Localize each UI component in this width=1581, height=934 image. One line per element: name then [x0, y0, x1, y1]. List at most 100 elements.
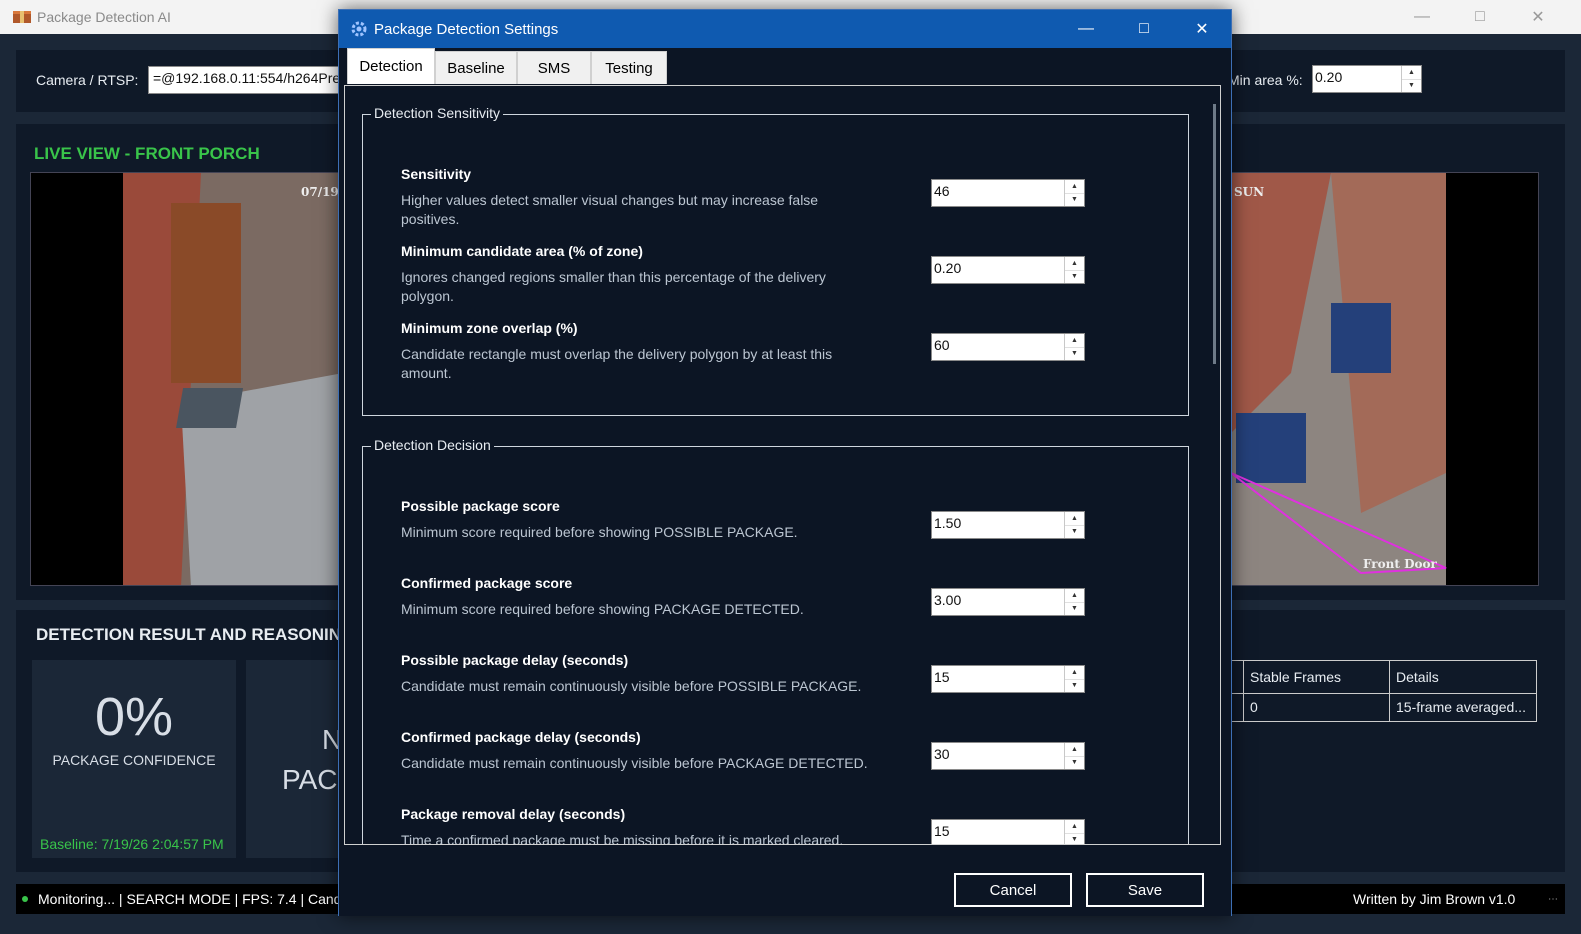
- tab-strip: Detection Baseline SMS Testing: [339, 48, 1231, 84]
- dialog-minimize-button[interactable]: —: [1057, 10, 1115, 48]
- stepper-value: 60: [934, 337, 950, 353]
- timestamp-overlay: 07/19: [301, 185, 339, 199]
- camera-label: Camera / RTSP:: [36, 72, 139, 88]
- min-area-value: 0.20: [1315, 69, 1343, 85]
- minimize-button[interactable]: —: [1393, 0, 1451, 34]
- confirmed-delay-stepper[interactable]: 30 ▲ ▼: [931, 742, 1085, 770]
- min-area-stepper[interactable]: 0.20 ▲ ▼: [1312, 65, 1422, 93]
- spin-down-icon[interactable]: ▼: [1065, 757, 1084, 770]
- stepper-value: 15: [934, 823, 950, 839]
- spin-up-icon[interactable]: ▲: [1065, 180, 1084, 194]
- possible-score-stepper[interactable]: 1.50 ▲ ▼: [931, 511, 1085, 539]
- setting-desc: Candidate must remain continuously visib…: [401, 755, 868, 771]
- setting-name: Confirmed package delay (seconds): [401, 729, 641, 745]
- table-cell[interactable]: 15-frame averaged...: [1390, 694, 1536, 721]
- stepper-value: 30: [934, 746, 950, 762]
- save-button[interactable]: Save: [1086, 873, 1204, 907]
- setting-desc: Minimum score required before showing PO…: [401, 524, 798, 540]
- spin-down-icon[interactable]: ▼: [1065, 834, 1084, 845]
- settings-dialog: Package Detection Settings — □ ✕ Detecti…: [338, 9, 1232, 916]
- minimize-icon: —: [1414, 8, 1430, 25]
- setting-desc: Higher values detect smaller visual chan…: [401, 192, 819, 227]
- cancel-button[interactable]: Cancel: [954, 873, 1072, 907]
- confidence-card: 0% PACKAGE CONFIDENCE Baseline: 7/19/26 …: [32, 660, 236, 858]
- spin-down-icon[interactable]: ▼: [1402, 80, 1421, 93]
- dialog-maximize-button[interactable]: □: [1115, 10, 1173, 48]
- sensitivity-group: Detection Sensitivity Sensitivity Higher…: [362, 105, 1189, 416]
- stepper-value: 46: [934, 183, 950, 199]
- spin-up-icon[interactable]: ▲: [1065, 743, 1084, 757]
- setting-desc: Candidate must remain continuously visib…: [401, 678, 862, 694]
- table-header[interactable]: Stable Frames: [1244, 661, 1390, 693]
- confirmed-score-stepper[interactable]: 3.00 ▲ ▼: [931, 588, 1085, 616]
- dialog-title: Package Detection Settings: [374, 21, 559, 38]
- spin-down-icon[interactable]: ▼: [1065, 603, 1084, 616]
- front-door-label: Front Door: [1363, 557, 1437, 571]
- spin-up-icon[interactable]: ▲: [1402, 66, 1421, 80]
- scrollbar-thumb[interactable]: [1213, 104, 1216, 364]
- reasoning-table: Stable Frames Details 0 15-frame average…: [1228, 660, 1537, 722]
- close-icon: ✕: [1531, 9, 1545, 26]
- gear-icon: [351, 21, 367, 37]
- minimize-icon: —: [1078, 20, 1094, 37]
- spin-down-icon[interactable]: ▼: [1065, 680, 1084, 693]
- tab-baseline[interactable]: Baseline: [435, 51, 517, 84]
- group-title: Detection Sensitivity: [371, 105, 504, 121]
- spin-down-icon[interactable]: ▼: [1065, 194, 1084, 207]
- possible-delay-stepper[interactable]: 15 ▲ ▼: [931, 665, 1085, 693]
- app-title: Package Detection AI: [37, 9, 171, 25]
- min-zone-overlap-stepper[interactable]: 60 ▲ ▼: [931, 333, 1085, 361]
- stepper-value: 3.00: [934, 592, 962, 608]
- spin-up-icon[interactable]: ▲: [1065, 334, 1084, 348]
- setting-name: Possible package score: [401, 498, 560, 514]
- stepper-value: 15: [934, 669, 950, 685]
- maximize-icon: □: [1475, 8, 1485, 25]
- spin-up-icon[interactable]: ▲: [1065, 257, 1084, 271]
- confidence-value: 0%: [94, 687, 174, 747]
- setting-name: Sensitivity: [401, 166, 472, 182]
- maximize-icon: □: [1139, 20, 1149, 37]
- stepper-value: 1.50: [934, 515, 962, 531]
- setting-name: Possible package delay (seconds): [401, 652, 629, 668]
- min-area-label: Min area %:: [1228, 72, 1303, 88]
- spin-down-icon[interactable]: ▼: [1065, 271, 1084, 284]
- settings-content: Detection Sensitivity Sensitivity Higher…: [344, 85, 1221, 845]
- sun-overlay: SUN: [1234, 185, 1265, 199]
- package-icon: [13, 11, 31, 23]
- setting-desc: Time a confirmed package must be missing…: [401, 832, 844, 845]
- group-title: Detection Decision: [371, 437, 494, 453]
- spin-down-icon[interactable]: ▼: [1065, 348, 1084, 361]
- table-header[interactable]: Details: [1390, 661, 1536, 693]
- sensitivity-stepper[interactable]: 46 ▲ ▼: [931, 179, 1085, 207]
- live-view-title: LIVE VIEW - FRONT PORCH: [34, 144, 260, 163]
- spin-up-icon[interactable]: ▲: [1065, 512, 1084, 526]
- spin-up-icon[interactable]: ▲: [1065, 820, 1084, 834]
- result-title: DETECTION RESULT AND REASONING: [36, 625, 355, 644]
- setting-desc: Candidate rectangle must overlap the del…: [401, 346, 833, 381]
- removal-delay-stepper[interactable]: 15 ▲ ▼: [931, 819, 1085, 845]
- setting-desc: Minimum score required before showing PA…: [401, 601, 804, 617]
- tab-detection[interactable]: Detection: [347, 48, 435, 84]
- dialog-close-button[interactable]: ✕: [1173, 10, 1231, 48]
- decision-group: Detection Decision Possible package scor…: [362, 437, 1189, 845]
- status-partial-line2: PAC: [282, 764, 338, 795]
- dialog-footer: Cancel Save: [339, 846, 1231, 916]
- status-text: Monitoring... | SEARCH MODE | FPS: 7.4 |…: [38, 891, 342, 907]
- spin-down-icon[interactable]: ▼: [1065, 526, 1084, 539]
- spin-up-icon[interactable]: ▲: [1065, 666, 1084, 680]
- table-cell[interactable]: 0: [1244, 694, 1390, 721]
- stepper-value: 0.20: [934, 260, 962, 276]
- setting-desc: Ignores changed regions smaller than thi…: [401, 269, 826, 304]
- maximize-button[interactable]: □: [1451, 0, 1509, 34]
- dialog-titlebar: Package Detection Settings — □ ✕: [339, 10, 1231, 48]
- setting-name: Package removal delay (seconds): [401, 806, 626, 822]
- min-candidate-area-stepper[interactable]: 0.20 ▲ ▼: [931, 256, 1085, 284]
- close-button[interactable]: ✕: [1509, 0, 1567, 34]
- tab-sms[interactable]: SMS: [517, 51, 591, 84]
- close-icon: ✕: [1195, 21, 1209, 38]
- spin-up-icon[interactable]: ▲: [1065, 589, 1084, 603]
- confidence-label: PACKAGE CONFIDENCE: [52, 752, 216, 768]
- setting-name: Minimum candidate area (% of zone): [401, 243, 643, 259]
- resize-grip-icon[interactable]: ⋯: [1548, 894, 1558, 905]
- tab-testing[interactable]: Testing: [591, 51, 667, 84]
